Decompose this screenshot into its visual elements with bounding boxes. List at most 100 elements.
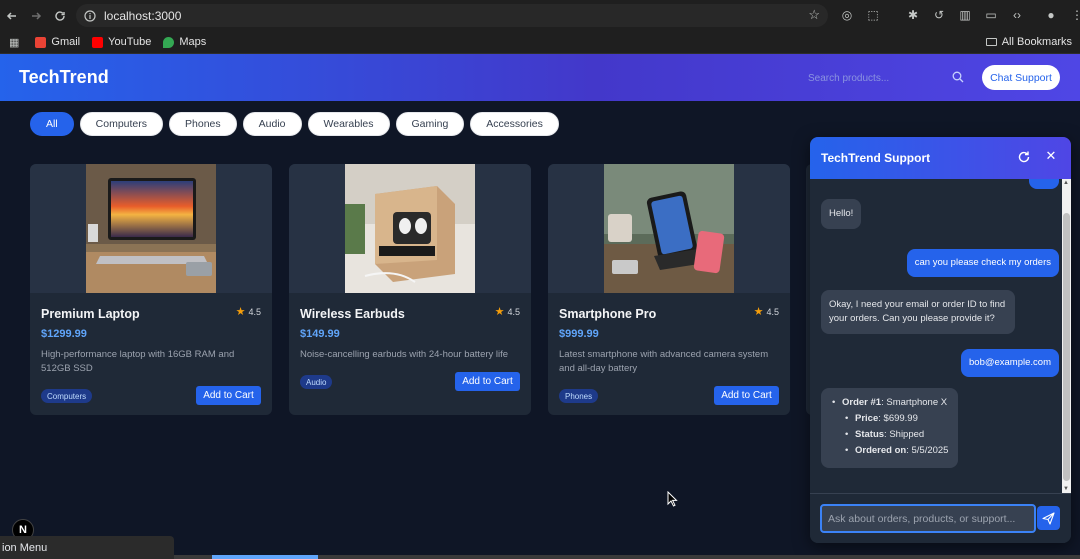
- back-icon[interactable]: [0, 4, 24, 28]
- category-tag: Audio: [300, 375, 333, 389]
- bookmark-gmail[interactable]: Gmail: [35, 36, 80, 48]
- product-description: High-performance laptop with 16GB RAM an…: [41, 349, 235, 374]
- order-status-line: Status: Shipped: [845, 428, 950, 442]
- order-price-line: Price: $699.99: [845, 412, 950, 426]
- folder-icon: [985, 38, 997, 46]
- category-gaming[interactable]: Gaming: [395, 112, 465, 136]
- bookmark-star-icon[interactable]: ☆: [808, 7, 820, 23]
- category-accessories[interactable]: Accessories: [470, 112, 559, 136]
- send-icon: [1042, 511, 1055, 525]
- extensions-icon[interactable]: ⬚: [864, 6, 882, 24]
- apps-grid-icon[interactable]: ▦: [9, 36, 19, 49]
- category-computers[interactable]: Computers: [79, 112, 164, 136]
- site-info-icon[interactable]: [84, 9, 96, 22]
- add-to-cart-button[interactable]: Add to Cart: [714, 386, 779, 405]
- history-icon[interactable]: ↺: [930, 6, 948, 24]
- product-description: Latest smartphone with advanced camera s…: [559, 349, 769, 374]
- scroll-thumb[interactable]: [1063, 213, 1070, 481]
- product-name[interactable]: Smartphone Pro: [559, 307, 656, 321]
- glasses-icon[interactable]: ◎: [838, 6, 856, 24]
- mouse-cursor-icon: [667, 491, 678, 507]
- search-icon[interactable]: [952, 71, 964, 83]
- forward-icon[interactable]: [24, 4, 48, 28]
- product-rating: ★ 4.5: [495, 305, 520, 318]
- order-label: Order #1: [842, 397, 882, 408]
- menu-dots-icon[interactable]: ⋮: [1068, 6, 1080, 24]
- chat-input[interactable]: [820, 504, 1036, 533]
- rating-value: 4.5: [507, 306, 520, 317]
- date-value: 5/5/2025: [911, 445, 949, 456]
- bookmark-youtube[interactable]: YouTube: [92, 36, 151, 48]
- product-image-area: [30, 164, 272, 293]
- smartphone-image[interactable]: [604, 164, 734, 293]
- order-details-message: Order #1: Smartphone X Price: $699.99 St…: [821, 388, 958, 468]
- devtools-icon[interactable]: ‹›: [1008, 6, 1026, 24]
- chat-panel: TechTrend Support ✕ Hello! can you pleas…: [810, 137, 1071, 543]
- brand-logo[interactable]: TechTrend: [19, 67, 109, 88]
- product-price: $149.99: [300, 328, 340, 340]
- add-to-cart-button[interactable]: Add to Cart: [455, 372, 520, 391]
- category-wearables[interactable]: Wearables: [307, 112, 390, 136]
- maps-pin-icon: [163, 36, 175, 48]
- order-value: Smartphone X: [886, 397, 948, 408]
- product-name[interactable]: Premium Laptop: [41, 307, 140, 321]
- bookmark-label: Gmail: [51, 36, 81, 48]
- chat-messages: Hello! can you please check my orders Ok…: [810, 179, 1071, 493]
- sidebar-icon[interactable]: ▥: [956, 6, 974, 24]
- product-description: Noise-cancelling earbuds with 24-hour ba…: [300, 349, 509, 360]
- status-label: Status: [855, 429, 885, 440]
- laptop-image[interactable]: [86, 164, 216, 293]
- cast-icon[interactable]: ▭: [982, 6, 1000, 24]
- scroll-down-icon[interactable]: ▼: [1063, 486, 1069, 492]
- close-icon[interactable]: ✕: [1044, 149, 1058, 163]
- product-card: Smartphone Pro ★ 4.5 $999.99 Latest smart…: [548, 164, 790, 415]
- url-text: localhost:3000: [104, 8, 182, 23]
- refresh-icon[interactable]: [1017, 150, 1031, 164]
- chat-title: TechTrend Support: [821, 151, 931, 165]
- product-rating: ★ 4.5: [236, 305, 261, 318]
- product-price: $1299.99: [41, 328, 87, 340]
- star-icon: ★: [753, 306, 764, 318]
- address-bar[interactable]: localhost:3000 ☆: [76, 4, 828, 27]
- bug-icon[interactable]: ✱: [904, 6, 922, 24]
- all-bookmarks[interactable]: All Bookmarks: [985, 36, 1072, 48]
- category-tag: Computers: [41, 389, 93, 403]
- bookmark-label: YouTube: [108, 36, 152, 48]
- bookmark-maps[interactable]: Maps: [163, 36, 206, 48]
- product-image-area: [548, 164, 790, 293]
- chat-support-button[interactable]: Chat Support: [982, 65, 1060, 90]
- price-label: Price: [855, 413, 879, 424]
- product-card: Wireless Earbuds ★ 4.5 $149.99 Noise-canc…: [289, 164, 531, 415]
- browser-toolbar: localhost:3000 ☆ ◎ ⬚ ✱ ↺ ▥ ▭ ‹› ● ⋮: [0, 0, 1080, 31]
- category-tag: Phones: [559, 389, 599, 403]
- category-phones[interactable]: Phones: [169, 112, 237, 136]
- star-icon: ★: [235, 306, 246, 318]
- scroll-up-icon[interactable]: ▲: [1063, 180, 1069, 186]
- product-card: Premium Laptop ★ 4.5 $1299.99 High-perfor…: [30, 164, 272, 415]
- send-button[interactable]: [1037, 506, 1060, 530]
- app-header: TechTrend Chat Support: [0, 54, 1080, 101]
- chat-message-bot: Okay, I need your email or order ID to f…: [821, 290, 1015, 334]
- product-price: $999.99: [559, 328, 599, 340]
- product-name[interactable]: Wireless Earbuds: [300, 307, 405, 321]
- rating-value: 4.5: [766, 306, 779, 317]
- add-to-cart-button[interactable]: Add to Cart: [196, 386, 261, 405]
- youtube-icon: [92, 36, 104, 48]
- product-rating: ★ 4.5: [754, 305, 779, 318]
- category-audio[interactable]: Audio: [242, 112, 302, 136]
- chat-scrollbar[interactable]: ▲ ▼: [1062, 179, 1071, 493]
- search-input[interactable]: [800, 66, 970, 90]
- chat-message-user: can you please check my orders: [906, 249, 1059, 277]
- bookmark-label: Maps: [179, 36, 207, 48]
- profile-icon[interactable]: ●: [1042, 6, 1060, 24]
- rating-value: 4.5: [248, 306, 261, 317]
- reload-icon[interactable]: [48, 4, 72, 28]
- earbuds-image[interactable]: [345, 164, 475, 293]
- price-value: $699.99: [883, 413, 918, 424]
- menu-tooltip: ion Menu: [0, 536, 174, 559]
- category-all[interactable]: All: [30, 112, 74, 136]
- star-icon: ★: [494, 306, 505, 318]
- taskbar-strip: [174, 555, 1080, 559]
- category-filters: All Computers Phones Audio Wearables Gam…: [30, 112, 559, 136]
- chat-message-bot: Hello!: [821, 199, 862, 229]
